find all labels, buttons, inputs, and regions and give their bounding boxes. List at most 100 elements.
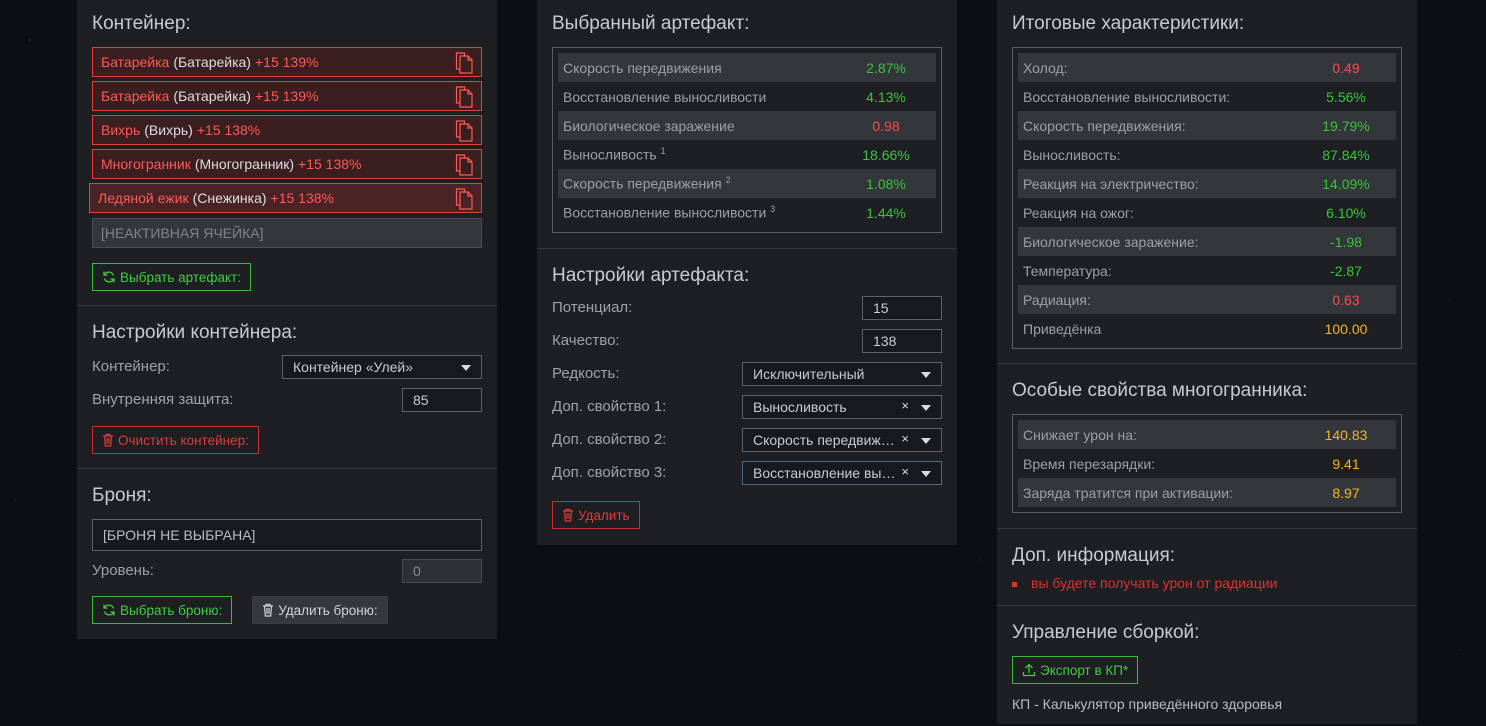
export-button[interactable]: Экспорт в КП* <box>1012 656 1139 684</box>
slot-artifact-level: +15 139% <box>254 88 319 104</box>
stat-label: Приведёнка <box>1023 320 1102 337</box>
stat-value: 0.63 <box>1332 291 1360 308</box>
prop2-select[interactable]: Скорость передвижения × <box>742 427 942 452</box>
artifact-slot[interactable]: Ледяной ежик (Снежинка) +15 138% <box>89 183 482 213</box>
delete-artifact-button[interactable]: Удалить <box>552 501 640 529</box>
total-stat-row: Холод: 0.49 <box>1018 53 1396 82</box>
stat-value: 1.08% <box>866 175 906 192</box>
stat-label: Реакция на электричество: <box>1023 175 1199 192</box>
copy-icon[interactable] <box>455 154 473 176</box>
container-settings-title: Настройки контейнера: <box>92 322 298 343</box>
polyhedron-section: Особые свойства многогранника: Снижает у… <box>997 364 1417 529</box>
container-settings-section: Настройки контейнера: Контейнер: Контейн… <box>77 306 497 469</box>
upload-icon <box>1022 663 1036 677</box>
container-section: Контейнер: Батарейка (Батарейка) +15 139% Б… <box>77 0 497 306</box>
stat-sup: 1 <box>660 146 666 157</box>
clear-icon[interactable]: × <box>901 398 909 413</box>
slot-artifact-type: (Батарейка) <box>173 54 251 70</box>
artifact-slot[interactable]: Батарейка (Батарейка) +15 139% <box>92 47 482 77</box>
armor-field[interactable]: [БРОНЯ НЕ ВЫБРАНА] <box>92 519 482 551</box>
delete-armor-button[interactable]: Удалить броню: <box>252 596 388 624</box>
potential-input[interactable]: 15 <box>862 295 942 320</box>
total-stat-row: Скорость передвижения: 19.79% <box>1018 111 1396 140</box>
container-slots: Батарейка (Батарейка) +15 139% Батарейка (Ба… <box>89 47 482 213</box>
chevron-down-icon <box>461 364 471 371</box>
protection-input[interactable]: 85 <box>402 387 482 412</box>
stat-label: Радиация: <box>1023 291 1091 308</box>
stat-label: Биологическое заражение: <box>1023 233 1199 250</box>
rarity-select[interactable]: Исключительный <box>742 361 942 386</box>
stat-label: Заряда тратится при активации: <box>1023 484 1233 501</box>
build-title: Управление сборкой: <box>1012 622 1200 643</box>
total-stat-row: Реакция на электричество: 14.09% <box>1018 169 1396 198</box>
build-section: Управление сборкой: Экспорт в КП* КП - К… <box>997 606 1417 726</box>
polyhedron-row: Время перезарядки: 9.41 <box>1018 449 1396 478</box>
bullet-icon <box>1012 581 1017 587</box>
artifact-stat-row: Восстановление выносливости 4.13% <box>558 82 936 111</box>
artifact-slot[interactable]: Батарейка (Батарейка) +15 139% <box>92 81 482 111</box>
copy-icon[interactable] <box>455 86 473 108</box>
prop1-select[interactable]: Выносливость × <box>742 394 942 419</box>
totals-section: Итоговые характеристики: Холод: 0.49 Восст… <box>997 0 1417 364</box>
copy-icon[interactable] <box>455 52 473 74</box>
armor-level-row: Уровень: 0 <box>92 554 482 587</box>
stat-value: 6.10% <box>1326 204 1366 221</box>
slot-artifact-name: Батарейка <box>101 88 170 104</box>
artifact-stat-row: Скорость передвижения 2 1.08% <box>558 169 936 198</box>
trash-icon <box>262 603 274 617</box>
slot-artifact-type: (Вихрь) <box>144 122 193 138</box>
clear-icon[interactable]: × <box>901 431 909 446</box>
artifact-slot[interactable]: Вихрь (Вихрь) +15 138% <box>92 115 482 145</box>
stat-label: Снижает урон на: <box>1023 426 1137 443</box>
stat-sup: 3 <box>770 204 776 215</box>
armor-section: Броня: [БРОНЯ НЕ ВЫБРАНА] Уровень: 0 Выб… <box>77 469 497 639</box>
totals-table: Холод: 0.49 Восстановление выносливости: 5.… <box>1012 47 1402 349</box>
total-stat-row: Реакция на ожог: 6.10% <box>1018 198 1396 227</box>
artifact-settings-section: Настройки артефакта: Потенциал: 15 Качес… <box>537 249 957 545</box>
stat-label: Восстановление выносливости <box>563 88 767 105</box>
container-select[interactable]: Контейнер «Улей» <box>282 354 482 379</box>
polyhedron-title: Особые свойства многогранника: <box>1012 380 1308 401</box>
stat-value: 9.41 <box>1332 455 1360 472</box>
stat-label: Реакция на ожог: <box>1023 204 1134 221</box>
choose-artifact-button[interactable]: Выбрать артефакт: <box>92 263 251 291</box>
artifact-slot[interactable]: Многогранник (Многогранник) +15 138% <box>92 149 482 179</box>
info-section: Доп. информация: вы будете получать урон… <box>997 529 1417 606</box>
stat-sup: 2 <box>725 175 731 186</box>
stat-label: Выносливость <box>563 146 657 163</box>
prop3-select[interactable]: Восстановление выносливости × <box>742 460 942 485</box>
slot-artifact-type: (Многогранник) <box>194 156 295 172</box>
slot-artifact-type: (Снежинка) <box>192 190 267 206</box>
stat-value: 140.83 <box>1324 426 1368 443</box>
clear-icon[interactable]: × <box>901 464 909 479</box>
total-stat-row: Биологическое заражение: -1.98 <box>1018 227 1396 256</box>
artifact-stats-table: Скорость передвижения 2.87% Восстановление… <box>552 47 942 233</box>
armor-level-input[interactable]: 0 <box>402 558 482 583</box>
stat-value: 1.44% <box>866 204 906 221</box>
artifact-stat-row: Скорость передвижения 2.87% <box>558 53 936 82</box>
right-column: Итоговые характеристики: Холод: 0.49 Восст… <box>997 0 1417 724</box>
quality-input[interactable]: 138 <box>862 328 942 353</box>
artifact-stat-row: Выносливость 1 18.66% <box>558 140 936 169</box>
stat-label: Время перезарядки: <box>1023 455 1156 472</box>
stat-value: 14.09% <box>1322 175 1370 192</box>
polyhedron-row: Заряда тратится при активации: 8.97 <box>1018 478 1396 507</box>
copy-icon[interactable] <box>455 188 473 210</box>
slot-artifact-level: +15 138% <box>270 190 334 206</box>
polyhedron-row: Снижает урон на: 140.83 <box>1018 420 1396 449</box>
stat-value: 19.79% <box>1322 117 1370 134</box>
stat-label: Скорость передвижения <box>563 59 722 76</box>
clear-container-button[interactable]: Очистить контейнер: <box>92 426 259 454</box>
slot-artifact-level: +15 138% <box>298 156 362 172</box>
protection-row: Внутренняя защита: 85 <box>92 383 482 416</box>
choose-armor-button[interactable]: Выбрать броню: <box>92 596 233 624</box>
slot-artifact-name: Вихрь <box>101 122 141 138</box>
stat-label: Температура: <box>1023 262 1112 279</box>
chevron-down-icon <box>921 404 931 411</box>
copy-icon[interactable] <box>455 120 473 142</box>
prop2-row: Доп. свойство 2: Скорость передвижения × <box>552 423 942 456</box>
total-stat-row: Радиация: 0.63 <box>1018 285 1396 314</box>
prop1-row: Доп. свойство 1: Выносливость × <box>552 390 942 423</box>
total-stat-row: Выносливость: 87.84% <box>1018 140 1396 169</box>
stat-value: 5.56% <box>1326 88 1366 105</box>
